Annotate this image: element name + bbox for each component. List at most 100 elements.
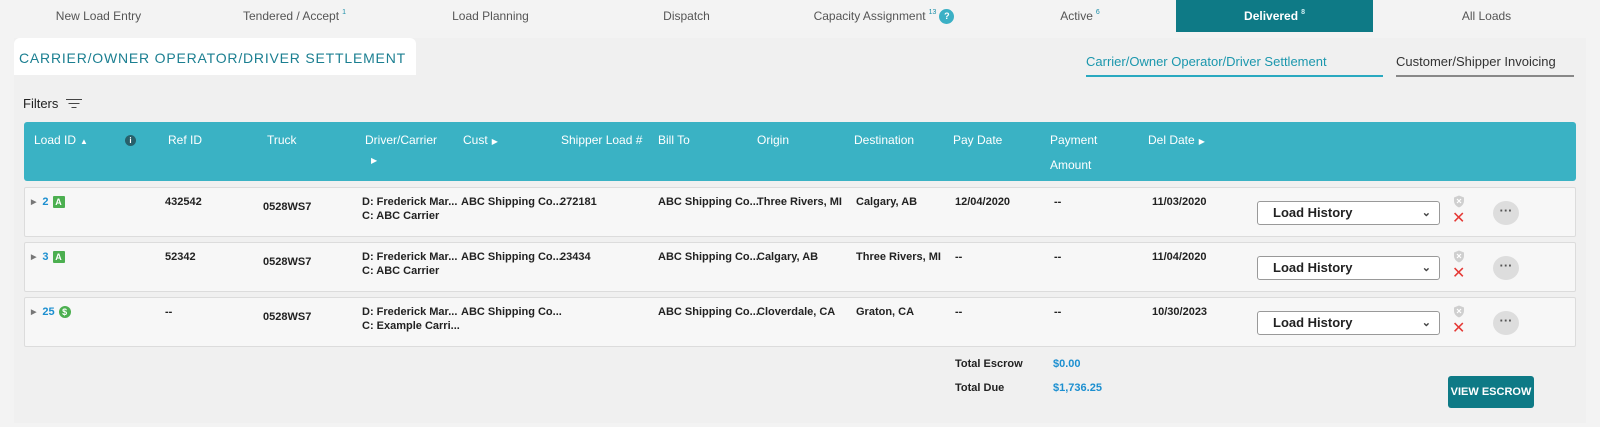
tab-count: 6 [1095, 8, 1100, 16]
tab-label: All Loads [1461, 9, 1512, 23]
table-row[interactable]: ▶ 2 A 432542 0528WS7 D: Frederick Mar... C… [24, 187, 1576, 237]
sort-up-icon: ▲ [80, 137, 88, 146]
help-icon[interactable]: ? [939, 8, 955, 24]
ref-id: 432542 [165, 196, 202, 208]
col-origin[interactable]: Origin [757, 133, 789, 147]
col-label: Load ID [34, 133, 77, 147]
col-label: Driver/Carrier [365, 133, 437, 147]
origin: Three Rivers, MI [757, 196, 842, 208]
table-row[interactable]: ▶ 25 $ -- 0528WS7 D: Frederick Mar... C: E… [24, 297, 1576, 347]
close-icon[interactable]: ✕ [1452, 211, 1465, 227]
load-id-link[interactable]: ▶ 25 $ [31, 306, 71, 318]
col-shipper-load[interactable]: Shipper Load # [561, 133, 642, 147]
top-nav: New Load Entry Tendered / Accept 1 Load P… [0, 0, 1600, 32]
ref-id: 52342 [165, 251, 196, 263]
col-load-id[interactable]: Load ID ▲ [34, 133, 88, 147]
customer: ABC Shipping Co... [461, 306, 562, 318]
driver: D: Frederick Mar... [362, 306, 458, 318]
tab-load-planning[interactable]: Load Planning [392, 0, 589, 32]
more-options-button[interactable]: ··· [1493, 256, 1519, 280]
destination: Three Rivers, MI [856, 251, 941, 263]
status-badge: A [52, 251, 65, 263]
tab-label: Active [1060, 9, 1093, 23]
select-value: Load History [1273, 315, 1353, 330]
subtab-customer-invoicing[interactable]: Customer/Shipper Invoicing [1396, 54, 1574, 77]
load-id-link[interactable]: ▶ 2 A [31, 196, 65, 208]
col-label: Cust [463, 133, 488, 147]
load-id[interactable]: 2 [42, 196, 48, 208]
carrier: C: ABC Carrier [362, 210, 440, 222]
col-destination[interactable]: Destination [854, 133, 914, 147]
tab-active[interactable]: Active 6 [984, 0, 1176, 32]
load-id[interactable]: 3 [42, 251, 48, 263]
view-escrow-button[interactable]: VIEW ESCROW [1448, 376, 1534, 408]
origin: Cloverdale, CA [757, 306, 836, 318]
tab-all-loads[interactable]: All Loads [1373, 0, 1600, 32]
info-icon[interactable]: i [125, 135, 136, 146]
del-date: 11/04/2020 [1152, 251, 1207, 263]
shield-icon[interactable] [1453, 250, 1465, 263]
tab-count: 1 [342, 8, 346, 16]
col-del-date[interactable]: Del Date ▶ [1148, 133, 1205, 147]
load-id[interactable]: 25 [42, 306, 54, 318]
table-header: Load ID ▲ i Ref ID Truck Driver/Carrier ▶ … [24, 122, 1576, 181]
col-ref-id[interactable]: Ref ID [168, 133, 202, 147]
bill-to: ABC Shipping Co... [658, 196, 759, 208]
total-due-value: $1,736.25 [1053, 382, 1102, 394]
tab-new-load-entry[interactable]: New Load Entry [0, 0, 197, 32]
load-history-select[interactable]: Load History ⌄ [1257, 256, 1440, 280]
load-history-select[interactable]: Load History ⌄ [1257, 201, 1440, 225]
tab-dispatch[interactable]: Dispatch [589, 0, 784, 32]
tab-tendered-accept[interactable]: Tendered / Accept 1 [197, 0, 392, 32]
filters-label: Filters [23, 96, 59, 111]
col-payment-amount[interactable]: Payment Amount [1050, 133, 1097, 172]
load-history-select[interactable]: Load History ⌄ [1257, 311, 1440, 335]
expand-icon[interactable]: ▶ [31, 308, 36, 316]
col-pay-date[interactable]: Pay Date [953, 133, 1002, 147]
shield-icon[interactable] [1453, 305, 1465, 318]
chevron-down-icon: ⌄ [1421, 317, 1431, 329]
status-badge: A [52, 196, 65, 208]
truck: 0528WS7 [263, 311, 312, 323]
table-row[interactable]: ▶ 3 A 52342 0528WS7 D: Frederick Mar... C:… [24, 242, 1576, 292]
payment-amount: -- [1054, 306, 1062, 318]
expand-icon[interactable]: ▶ [31, 253, 36, 261]
shield-icon[interactable] [1453, 195, 1465, 208]
tab-label: Load Planning [452, 9, 529, 23]
col-bill-to[interactable]: Bill To [658, 133, 690, 147]
tab-label: Tendered / Accept [243, 9, 340, 23]
total-escrow-value: $0.00 [1053, 358, 1081, 370]
tab-label: Capacity Assignment [813, 9, 926, 23]
destination: Graton, CA [856, 306, 915, 318]
filters-toggle[interactable]: Filters [23, 96, 83, 111]
more-options-button[interactable]: ··· [1493, 311, 1519, 335]
col-label: Del Date [1148, 133, 1195, 147]
col-cust[interactable]: Cust ▶ [463, 133, 498, 147]
total-escrow-label: Total Escrow [955, 358, 1023, 370]
dollar-icon: $ [58, 306, 71, 318]
chevron-down-icon: ⌄ [1421, 262, 1431, 274]
carrier: C: ABC Carrier [362, 265, 440, 277]
bill-to: ABC Shipping Co... [658, 251, 759, 263]
close-icon[interactable]: ✕ [1452, 321, 1465, 337]
del-date: 11/03/2020 [1152, 196, 1207, 208]
pay-date: 12/04/2020 [955, 196, 1011, 208]
tab-count: 13 [928, 8, 937, 16]
col-driver-carrier[interactable]: Driver/Carrier ▶ [365, 133, 437, 165]
origin: Calgary, AB [757, 251, 819, 263]
load-id-link[interactable]: ▶ 3 A [31, 251, 65, 263]
col-truck[interactable]: Truck [267, 133, 297, 147]
col-label: Amount [1050, 158, 1092, 172]
ref-id: -- [165, 306, 173, 318]
total-due-label: Total Due [955, 382, 1005, 394]
shipper-load: 23434 [560, 251, 591, 263]
expand-icon[interactable]: ▶ [31, 198, 36, 206]
customer: ABC Shipping Co... [461, 196, 562, 208]
tab-capacity-assignment[interactable]: Capacity Assignment 13? [784, 0, 984, 32]
subtab-carrier-settlement[interactable]: Carrier/Owner Operator/Driver Settlement [1086, 54, 1383, 77]
close-icon[interactable]: ✕ [1452, 266, 1465, 282]
more-options-button[interactable]: ··· [1493, 201, 1519, 225]
pay-date: -- [955, 251, 963, 263]
tab-delivered[interactable]: Delivered 8 [1176, 0, 1373, 32]
driver: D: Frederick Mar... [362, 196, 458, 208]
